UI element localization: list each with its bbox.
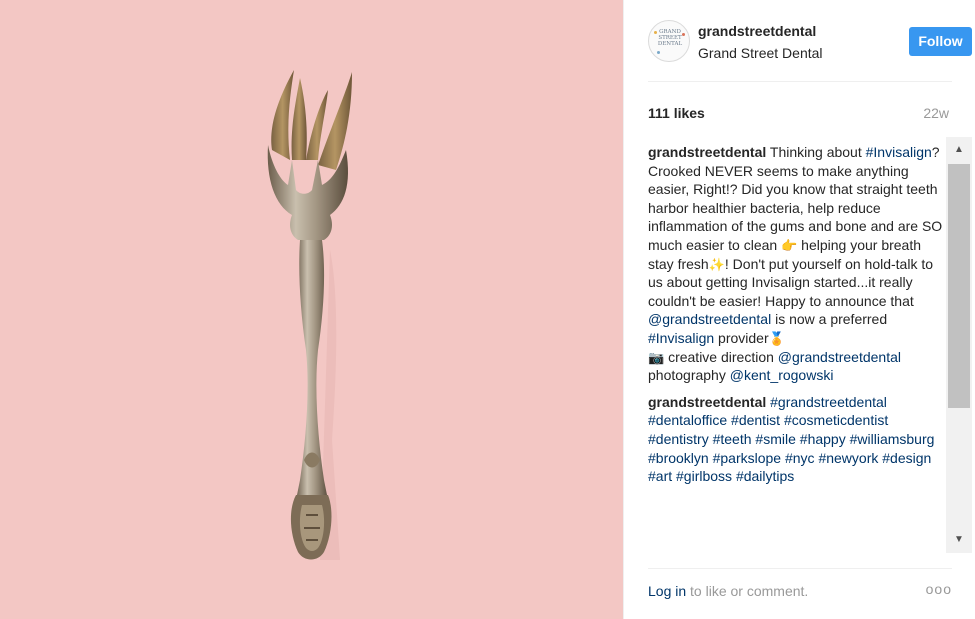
avatar-dot	[682, 33, 685, 36]
hashtag-link[interactable]: #cosmeticdentist	[784, 412, 888, 428]
hashtag-link[interactable]: #dentaloffice	[648, 412, 727, 428]
login-text: to like or comment.	[686, 583, 809, 599]
medal-emoji-icon: 🏅	[768, 330, 785, 346]
comment-text: photography	[648, 367, 730, 384]
comment-username[interactable]: grandstreetdental	[648, 144, 766, 160]
mention-link[interactable]: @kent_rogowski	[730, 367, 834, 383]
comments-scrollbar[interactable]: ▲ ▼	[946, 137, 972, 553]
login-prompt: Log in to like or comment.	[648, 583, 808, 599]
login-link[interactable]: Log in	[648, 583, 686, 599]
comment-text: Thinking about	[766, 144, 866, 160]
avatar-dot	[657, 51, 660, 54]
camera-emoji-icon: 📷	[648, 349, 665, 365]
post-sidebar: GRAND STREET DENTAL grandstreetdental Gr…	[623, 0, 975, 619]
avatar-dot	[654, 31, 657, 34]
triangle-down-icon[interactable]: ▼	[946, 527, 972, 553]
hashtag-link[interactable]: #girlboss	[676, 468, 732, 484]
comments-list[interactable]: grandstreetdental Thinking about #Invisa…	[648, 143, 946, 552]
scrollbar-thumb[interactable]	[948, 164, 970, 408]
hashtag-link[interactable]: #grandstreetdental	[770, 394, 887, 410]
hashtag-link[interactable]: #dentist	[731, 412, 780, 428]
hashtag-link[interactable]: #nyc	[785, 450, 815, 466]
post-photo	[0, 0, 623, 619]
avatar[interactable]: GRAND STREET DENTAL	[648, 20, 690, 62]
comment-text: is now a preferred	[771, 311, 888, 328]
header-username[interactable]: grandstreetdental	[698, 23, 816, 39]
post-header: GRAND STREET DENTAL grandstreetdental Gr…	[648, 0, 972, 82]
comment-hashtags: grandstreetdental #grandstreetdental #de…	[648, 393, 946, 486]
hashtag-link[interactable]: #happy	[800, 431, 846, 447]
post-age[interactable]: 22w	[923, 105, 949, 121]
hashtag-link[interactable]: #williamsburg	[850, 431, 935, 447]
hashtag-link[interactable]: #design	[882, 450, 931, 466]
comment-caption: grandstreetdental Thinking about #Invisa…	[648, 143, 946, 385]
hashtag-link[interactable]: #smile	[755, 431, 795, 447]
triangle-up-icon[interactable]: ▲	[946, 137, 972, 163]
fork-image	[267, 70, 352, 560]
pointing-hand-emoji-icon: 👉	[781, 237, 798, 253]
likes-count[interactable]: 111 likes	[648, 105, 705, 121]
header-full-name: Grand Street Dental	[698, 45, 823, 61]
hashtag-link[interactable]: #Invisalign	[866, 144, 932, 160]
hashtag-link[interactable]: #parkslope	[713, 450, 782, 466]
hashtag-link[interactable]: #teeth	[713, 431, 752, 447]
hashtag-link[interactable]: #dailytips	[736, 468, 794, 484]
comment-text: provider	[714, 329, 769, 346]
ellipsis-icon[interactable]: ooo	[926, 581, 952, 597]
hashtag-link[interactable]: #Invisalign	[648, 330, 714, 346]
mention-link[interactable]: @grandstreetdental	[648, 311, 771, 327]
hashtag-link[interactable]: #dentistry	[648, 431, 709, 447]
post-footer: Log in to like or comment. ooo	[648, 568, 952, 618]
sparkles-emoji-icon: ✨	[708, 256, 725, 272]
hashtag-link[interactable]: #brooklyn	[648, 450, 709, 466]
hashtag-link[interactable]: #newyork	[818, 450, 878, 466]
comment-text: creative direction	[664, 348, 778, 365]
mention-link[interactable]: @grandstreetdental	[778, 349, 901, 365]
comment-username[interactable]: grandstreetdental	[648, 394, 766, 410]
follow-button[interactable]: Follow	[909, 27, 972, 56]
hashtag-link[interactable]: #art	[648, 468, 672, 484]
